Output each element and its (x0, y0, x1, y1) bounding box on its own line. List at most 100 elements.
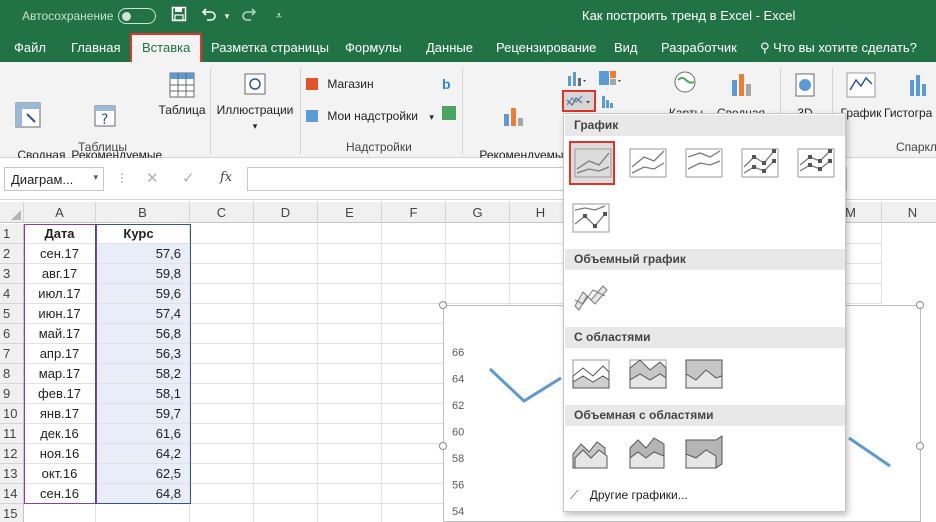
cell-empty[interactable] (254, 384, 318, 404)
cell-date[interactable]: июл.17 (24, 284, 96, 304)
cell-date[interactable]: май.17 (24, 324, 96, 344)
column-header-f[interactable]: F (382, 202, 446, 223)
cell-empty[interactable] (254, 484, 318, 504)
cell-empty[interactable] (190, 404, 254, 424)
cancel-icon[interactable]: ✕ (146, 169, 159, 187)
cell-empty[interactable] (382, 404, 446, 424)
column-header-b[interactable]: B (96, 202, 190, 223)
cell-rate[interactable]: 57,4 (96, 304, 190, 324)
chart-option-stacked-line[interactable] (626, 143, 672, 187)
line-chart-dropdown-icon[interactable] (562, 90, 596, 112)
column-header-d[interactable]: D (254, 202, 318, 223)
select-all-corner[interactable] (0, 202, 24, 223)
cell-empty[interactable] (318, 364, 382, 384)
chart-option-stacked-line-markers[interactable] (794, 143, 840, 187)
cell-empty[interactable] (254, 224, 318, 244)
tab-page-layout[interactable]: Разметка страницы (211, 33, 329, 62)
cell-empty[interactable] (382, 304, 446, 324)
cell-rate[interactable]: 59,6 (96, 284, 190, 304)
pivot-chart-icon[interactable] (728, 70, 754, 100)
maps-icon[interactable] (672, 70, 698, 100)
cell-empty[interactable] (382, 344, 446, 364)
chart-option-100-stacked-area[interactable] (682, 354, 728, 398)
cell-rate[interactable]: 58,1 (96, 384, 190, 404)
cell-empty[interactable] (318, 344, 382, 364)
row-header[interactable]: 11 (0, 424, 24, 444)
chart-option-100-stacked-line[interactable] (682, 143, 728, 187)
illustrations-button[interactable]: Иллюстрации ▾ (214, 70, 296, 134)
cell-empty[interactable] (318, 264, 382, 284)
cell-rate[interactable]: 57,6 (96, 244, 190, 264)
cell-date[interactable]: сен.16 (24, 484, 96, 504)
cell-empty[interactable] (446, 284, 510, 304)
cell-date[interactable]: ноя.16 (24, 444, 96, 464)
chart-option-line-markers[interactable] (738, 143, 784, 187)
cell-empty[interactable] (318, 384, 382, 404)
cell-empty[interactable] (318, 304, 382, 324)
cell-date[interactable]: мар.17 (24, 364, 96, 384)
cell-date[interactable]: июн.17 (24, 304, 96, 324)
tab-view[interactable]: Вид (614, 33, 638, 62)
row-header[interactable]: 2 (0, 244, 24, 264)
cell-empty[interactable] (382, 244, 446, 264)
tab-file[interactable]: Файл (14, 33, 46, 62)
cell-empty[interactable] (254, 424, 318, 444)
cell-empty[interactable] (382, 364, 446, 384)
chart-option-line[interactable] (569, 141, 615, 185)
tab-data[interactable]: Данные (426, 33, 473, 62)
cell-empty[interactable] (318, 444, 382, 464)
tab-insert[interactable]: Вставка (130, 33, 203, 62)
cell-empty[interactable] (190, 464, 254, 484)
cell-empty[interactable] (190, 384, 254, 404)
column-header-g[interactable]: G (446, 202, 510, 223)
customize-qat-icon[interactable]: ⩡ (270, 6, 288, 26)
cell-empty[interactable] (382, 444, 446, 464)
cell-empty[interactable] (254, 284, 318, 304)
cell-empty[interactable] (254, 344, 318, 364)
bing-icon[interactable]: b (442, 76, 456, 92)
cell-empty[interactable] (318, 484, 382, 504)
store-button[interactable]: Магазин (306, 77, 374, 91)
tell-me-search[interactable]: ⚲ Что вы хотите сделать? (760, 33, 917, 62)
column-header-a[interactable]: A (24, 202, 96, 223)
tab-review[interactable]: Рецензирование (496, 33, 596, 62)
header-cell-date[interactable]: Дата (24, 224, 96, 244)
cell-empty[interactable] (190, 424, 254, 444)
cell-empty[interactable] (382, 504, 446, 522)
chart-option-3d-line[interactable] (569, 276, 615, 320)
cell-empty[interactable] (382, 384, 446, 404)
cell-empty[interactable] (318, 224, 382, 244)
chart-option-3d-100-stacked-area[interactable] (682, 432, 728, 476)
statistic-chart-icon[interactable] (600, 92, 624, 108)
cell-empty[interactable] (254, 404, 318, 424)
tab-formulas[interactable]: Формулы (345, 33, 402, 62)
cell-date[interactable] (24, 504, 96, 522)
cell-empty[interactable] (190, 244, 254, 264)
cell-empty[interactable] (446, 224, 510, 244)
autosave-toggle[interactable] (118, 8, 156, 24)
cell-empty[interactable] (318, 404, 382, 424)
row-header[interactable]: 14 (0, 484, 24, 504)
table-button[interactable]: Таблица (157, 70, 207, 118)
sparkline-column-icon[interactable] (906, 72, 936, 98)
cell-empty[interactable] (190, 284, 254, 304)
cell-date[interactable]: апр.17 (24, 344, 96, 364)
cell-empty[interactable] (382, 464, 446, 484)
row-header[interactable]: 7 (0, 344, 24, 364)
sparkline-line-icon[interactable] (846, 72, 876, 98)
cell-date[interactable]: сен.17 (24, 244, 96, 264)
cell-empty[interactable] (190, 264, 254, 284)
column-chart-icon[interactable] (566, 70, 588, 86)
row-header[interactable]: 3 (0, 264, 24, 284)
cell-empty[interactable] (254, 444, 318, 464)
row-header[interactable]: 15 (0, 504, 24, 522)
save-icon[interactable] (170, 6, 188, 26)
cell-rate[interactable]: 56,8 (96, 324, 190, 344)
3d-map-icon[interactable] (792, 70, 818, 100)
cell-rate[interactable]: 64,8 (96, 484, 190, 504)
cell-empty[interactable] (318, 244, 382, 264)
my-addins-button[interactable]: Мои надстройки ▾ (306, 109, 434, 123)
cell-empty[interactable] (318, 424, 382, 444)
tab-home[interactable]: Главная (71, 33, 120, 62)
row-header[interactable]: 9 (0, 384, 24, 404)
